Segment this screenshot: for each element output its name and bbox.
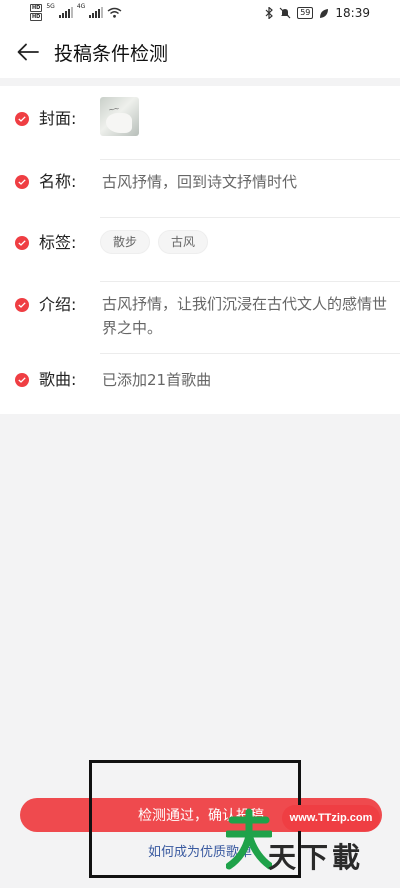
cover-image-detail (106, 113, 132, 133)
hd-indicators: HD HD (30, 4, 43, 21)
cover-image[interactable]: ～～ (100, 97, 139, 136)
list-item-name: 名称: 古风抒情，回到诗文抒情时代 (0, 160, 400, 218)
back-button[interactable] (12, 36, 44, 68)
hd-badge: HD (30, 13, 43, 21)
bluetooth-icon (265, 7, 274, 19)
mute-icon (279, 7, 291, 19)
list-item-songs: 歌曲: 已添加21首歌曲 (0, 354, 400, 414)
arrow-left-icon (17, 43, 39, 61)
tag-chip[interactable]: 散步 (100, 230, 151, 254)
status-left: HD HD 5G 4G (30, 4, 122, 21)
list-item-intro: 介绍: 古风抒情，让我们沉浸在古代文人的感情世界之中。 (0, 282, 400, 354)
tag-chip[interactable]: 古风 (158, 230, 209, 254)
hd-badge: HD (30, 4, 43, 12)
watermark-logo-icon (226, 808, 272, 870)
tags-label: 标签: (39, 233, 77, 252)
check-icon (15, 112, 29, 126)
check-list: 封面: ～～ 名称: 古风抒情，回到诗文抒情时代 标签: 散步 古风 介绍: 古… (0, 86, 400, 414)
list-item-tags: 标签: 散步 古风 (0, 218, 400, 282)
network-type: 5G (46, 3, 55, 10)
status-bar: HD HD 5G 4G 59 18:39 (0, 0, 400, 28)
intro-label: 介绍: (39, 295, 77, 314)
check-icon (15, 175, 29, 189)
signal-icon (89, 7, 104, 18)
page-title: 投稿条件检测 (54, 43, 169, 65)
battery-icon: 59 (297, 7, 314, 19)
check-icon (15, 298, 29, 312)
network-type: 4G (76, 3, 86, 10)
name-label: 名称: (39, 172, 77, 191)
check-icon (15, 373, 29, 387)
watermark-text: 天下載 (268, 841, 365, 874)
clock: 18:39 (335, 6, 370, 20)
header: 投稿条件检测 (0, 28, 400, 78)
tag-list: 散步 古风 (100, 230, 209, 254)
cover-label: 封面: (39, 109, 77, 128)
name-value: 古风抒情，回到诗文抒情时代 (102, 173, 298, 191)
wifi-icon (107, 7, 122, 18)
status-right: 59 18:39 (265, 6, 370, 20)
list-item-cover: 封面: ～～ (0, 86, 400, 160)
intro-value: 古风抒情，让我们沉浸在古代文人的感情世界之中。 (102, 295, 388, 337)
leaf-icon (320, 8, 329, 18)
signal-icon (58, 7, 73, 18)
check-icon (15, 236, 29, 250)
songs-label: 歌曲: (39, 370, 77, 389)
songs-value: 已添加21首歌曲 (102, 371, 212, 389)
watermark-url: www.TTzip.com (282, 805, 380, 831)
